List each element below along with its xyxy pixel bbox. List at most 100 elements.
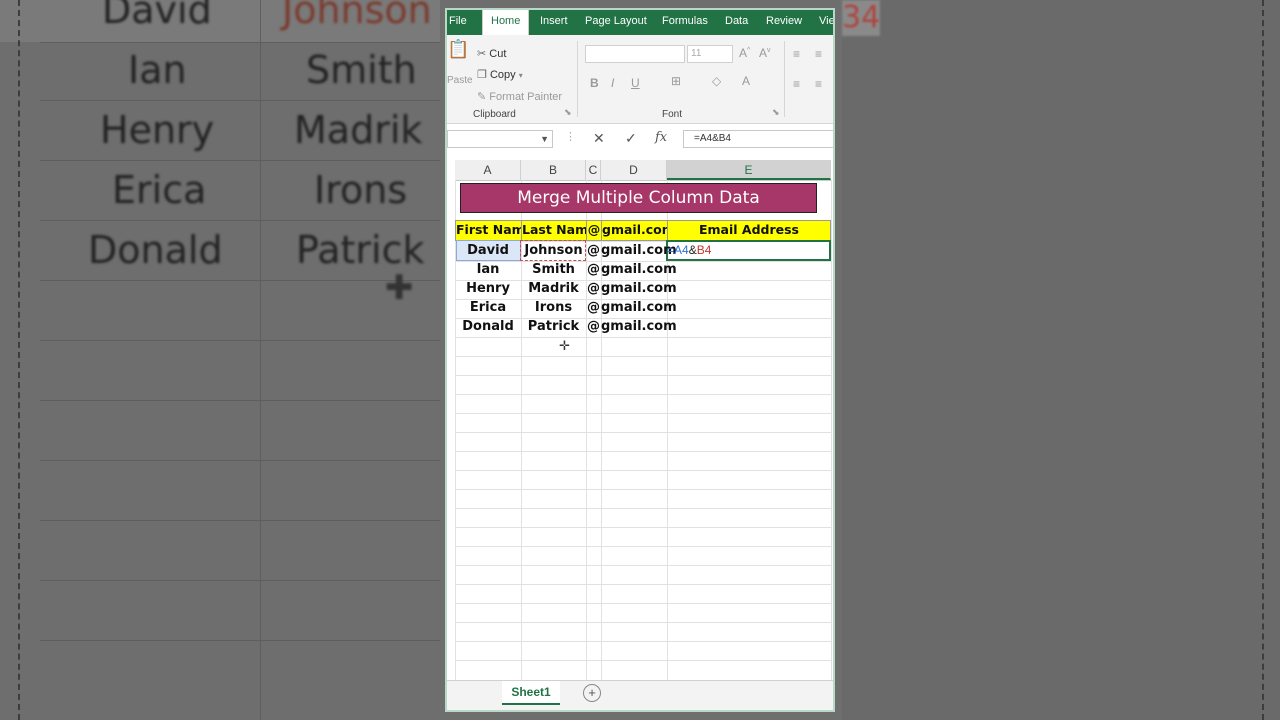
grid-line (831, 180, 832, 680)
sheet-tab-bar: Sheet1 + (447, 680, 833, 710)
font-size-box[interactable]: 11 (687, 45, 733, 63)
align-middle-icon[interactable]: ≡ (815, 47, 822, 61)
tab-file[interactable]: File (449, 10, 467, 35)
grid-line (455, 394, 831, 395)
add-sheet-button[interactable]: + (583, 684, 601, 702)
bold-button[interactable]: B (590, 76, 599, 90)
sheet-tab[interactable]: Sheet1 (502, 681, 560, 705)
cell-last-name[interactable]: Johnson (521, 241, 586, 261)
bg-grid-line (40, 460, 440, 461)
cancel-button[interactable]: ✕ (593, 130, 605, 147)
insert-function-button[interactable]: fx (655, 130, 667, 145)
cell-first-name[interactable]: David (455, 241, 521, 261)
align-center-icon[interactable]: ≡ (815, 77, 822, 91)
format-painter-button[interactable]: ✎ Format Painter (477, 90, 562, 103)
align-top-icon[interactable]: ≡ (793, 47, 800, 61)
cell-last-name[interactable]: Madrik (521, 279, 586, 299)
column-headers: A B C D E (455, 160, 831, 181)
header-at[interactable]: @ (586, 220, 602, 241)
formula-ref-a4: A4 (674, 243, 689, 257)
tab-home[interactable]: Home (482, 10, 530, 35)
tab-view[interactable]: View (819, 10, 833, 35)
dialog-launcher-icon[interactable]: ⬊ (772, 107, 780, 118)
tab-page-layout[interactable]: Page Layout (585, 10, 647, 35)
cell-formula-edit[interactable]: =A4&B4 (667, 241, 711, 260)
column-header-d[interactable]: D (601, 160, 667, 180)
grid-line (455, 375, 831, 376)
grid-line (455, 565, 831, 566)
cell-last-name[interactable]: Irons (521, 298, 586, 318)
align-left-icon[interactable]: ≡ (793, 77, 800, 91)
underline-button[interactable]: U (631, 76, 640, 90)
grid-line (455, 660, 831, 661)
bg-grid-line (40, 400, 440, 401)
cell-first-name[interactable]: Erica (455, 298, 521, 318)
tab-formulas[interactable]: Formulas (662, 10, 708, 35)
column-header-c[interactable]: C (586, 160, 601, 180)
header-last-name[interactable]: Last Name (521, 220, 597, 241)
copy-button[interactable]: ❐ Copy ▾ (477, 68, 523, 81)
tab-data[interactable]: Data (725, 10, 748, 35)
grid-line (455, 622, 831, 623)
cell-at[interactable]: @ (586, 241, 601, 261)
bg-last-name: Irons (314, 168, 408, 212)
brush-icon: ✎ (477, 91, 487, 103)
bg-divider (18, 0, 20, 720)
cut-button[interactable]: ✂ Cut (477, 47, 506, 60)
header-first-name[interactable]: First Name (455, 220, 533, 241)
merged-title-cell[interactable]: Merge Multiple Column Data (460, 183, 817, 213)
group-separator (577, 41, 578, 117)
scissors-icon: ✂ (477, 48, 487, 60)
grid-line (455, 508, 831, 509)
cell-cursor-icon: ✛ (559, 338, 570, 353)
cell-first-name[interactable]: Henry (455, 279, 521, 299)
formula-bar: ▼ ⋮ ✕ ✓ fx =A4&B4 (447, 128, 833, 152)
cell-first-name[interactable]: Donald (455, 317, 521, 337)
enter-button[interactable]: ✓ (625, 130, 637, 147)
bg-cursor-icon: ✚ (385, 268, 414, 308)
bg-grid-line (260, 0, 261, 720)
bg-grid-line (40, 580, 440, 581)
name-box[interactable]: ▼ (447, 130, 553, 148)
formula-input[interactable]: =A4&B4 (683, 130, 833, 148)
grid-line (455, 413, 831, 414)
cell-domain[interactable]: gmail.com (601, 298, 677, 318)
fill-color-icon[interactable]: ◇ (712, 74, 721, 88)
cell-at[interactable]: @ (586, 260, 601, 280)
font-name-box[interactable] (585, 45, 685, 63)
paste-icon[interactable]: 📋 (447, 39, 469, 60)
column-header-a[interactable]: A (455, 160, 521, 180)
borders-icon[interactable]: ⊞ (671, 74, 681, 88)
cell-at[interactable]: @ (586, 279, 601, 299)
bg-grid-line (40, 160, 440, 161)
tab-insert[interactable]: Insert (540, 10, 568, 35)
font-color-icon[interactable]: A (742, 74, 750, 88)
dialog-launcher-icon[interactable]: ⬊ (564, 107, 572, 118)
cell-domain[interactable]: gmail.com (601, 279, 677, 299)
cell-first-name[interactable]: Ian (455, 260, 521, 280)
cell-domain[interactable]: gmail.com (601, 260, 677, 280)
cell-at[interactable]: @ (586, 317, 601, 337)
grid-line (455, 546, 831, 547)
bg-first-name: Ian (128, 48, 187, 92)
tab-review[interactable]: Review (766, 10, 802, 35)
cell-domain[interactable]: gmail.com (601, 241, 677, 261)
cell-domain[interactable]: gmail.com (601, 317, 677, 337)
column-header-e[interactable]: E (667, 160, 831, 180)
copy-icon: ❐ (477, 69, 487, 81)
cell-last-name[interactable]: Patrick (521, 317, 586, 337)
formula-bar-grip-icon: ⋮ (565, 131, 576, 143)
decrease-font-icon[interactable]: Av (759, 46, 771, 60)
bg-grid-line (40, 520, 440, 521)
header-email-address[interactable]: Email Address (667, 220, 831, 241)
cell-at[interactable]: @ (586, 298, 601, 318)
increase-font-icon[interactable]: A^ (739, 46, 750, 60)
italic-button[interactable]: I (611, 76, 614, 90)
column-header-b[interactable]: B (521, 160, 586, 180)
bg-fragment: 34 (842, 0, 881, 36)
cell-last-name[interactable]: Smith (521, 260, 586, 280)
bg-grid-line (40, 42, 440, 43)
grid-line (455, 356, 831, 357)
header-domain[interactable]: gmail.com (601, 220, 675, 241)
paste-button[interactable]: Paste (447, 75, 473, 86)
